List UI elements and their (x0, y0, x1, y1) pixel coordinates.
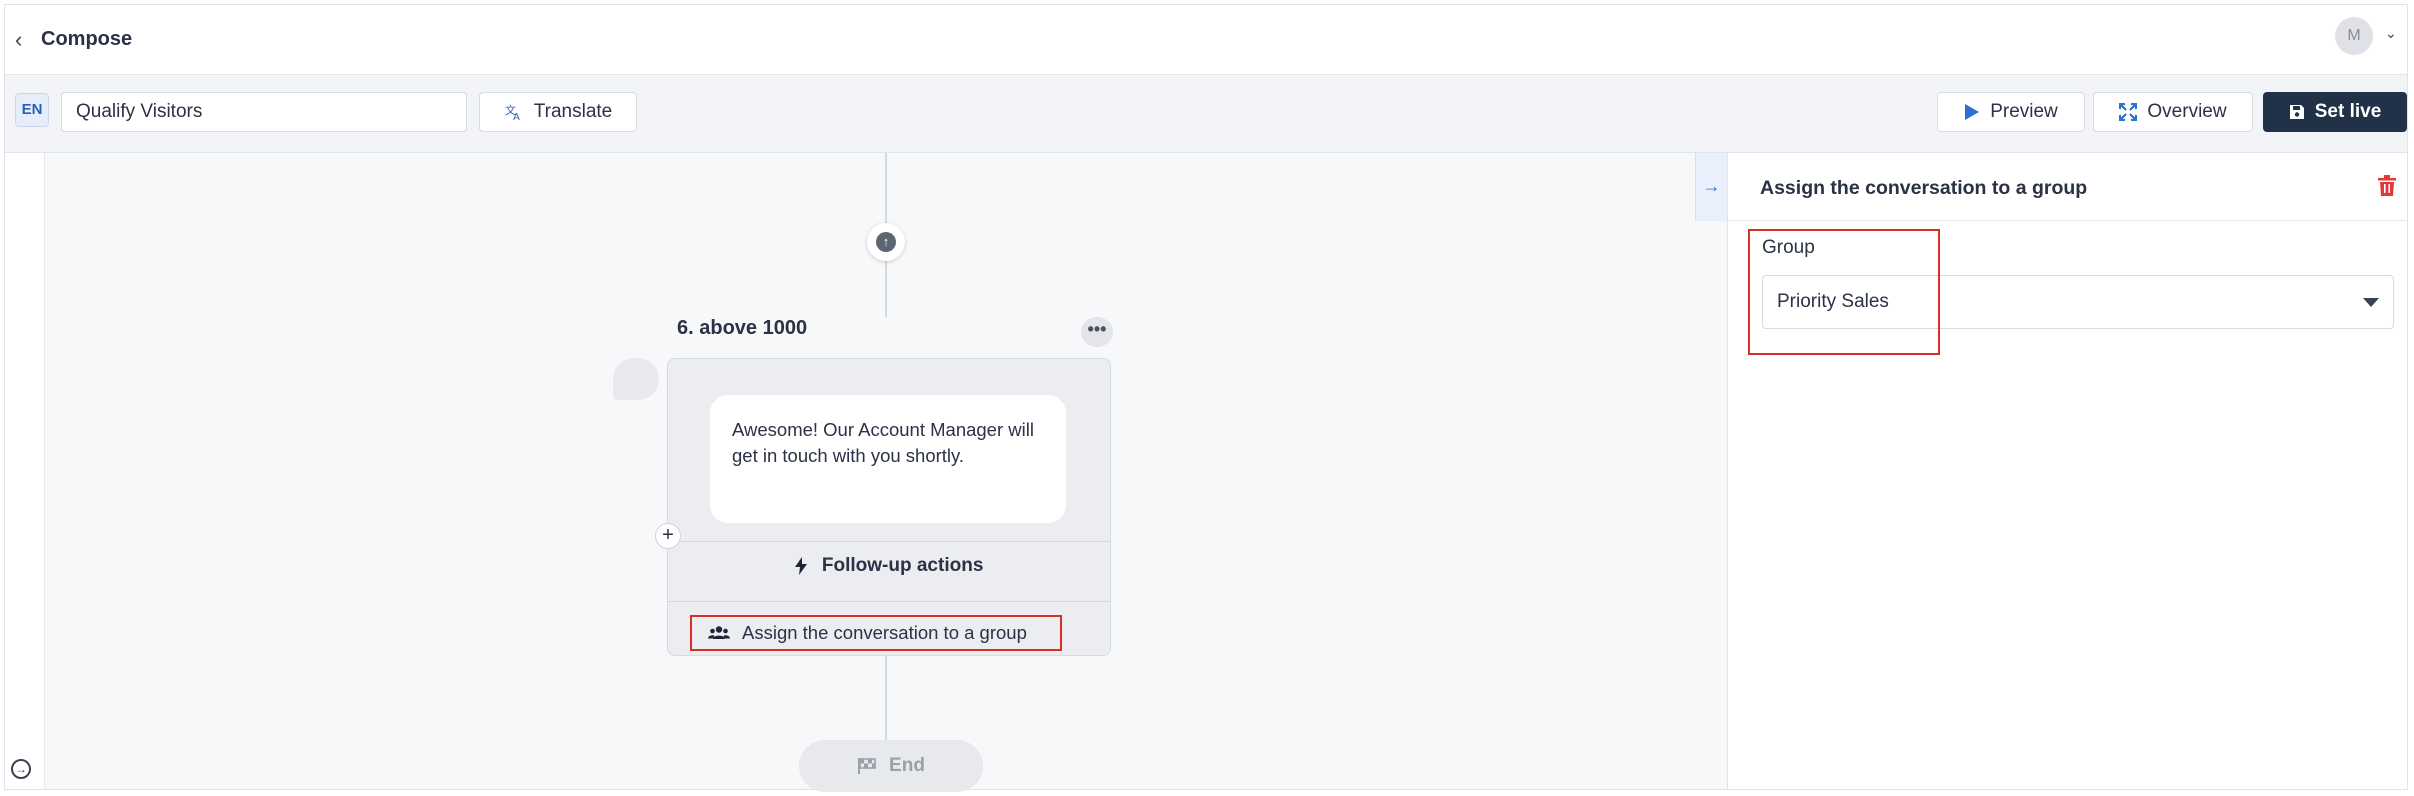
message-bubble[interactable]: Awesome! Our Account Manager will get in… (710, 395, 1066, 523)
caret-down-icon (2363, 298, 2379, 307)
flow-name-input[interactable] (61, 92, 467, 132)
assign-group-label: Assign the conversation to a group (742, 622, 1027, 643)
followup-actions-label: Follow-up actions (821, 555, 984, 576)
divider (668, 541, 1110, 542)
overview-label: Overview (2147, 101, 2227, 122)
back-chevron-icon[interactable]: ‹ (15, 28, 35, 52)
chevron-down-icon[interactable]: ⌄ (2385, 25, 2397, 42)
expand-icon (2119, 103, 2138, 121)
lightning-icon (794, 556, 807, 575)
panel-title: Assign the conversation to a group (1760, 177, 2088, 199)
arrow-right-circle-icon[interactable]: → (11, 759, 31, 779)
page-title: Compose (41, 28, 133, 50)
collapse-panel-arrow-icon[interactable]: → (1695, 153, 1727, 221)
end-label: End (889, 755, 925, 776)
step-card[interactable]: Awesome! Our Account Manager will get in… (667, 358, 1111, 656)
flag-checkered-icon (857, 757, 877, 775)
toolbar: EN 文A Translate Preview Overview Set liv… (5, 75, 2407, 153)
end-node: End (799, 740, 983, 792)
collapse-up-button[interactable]: ↑ (867, 223, 905, 261)
group-select[interactable]: Priority Sales (1762, 275, 2394, 329)
step-number: 6. (677, 317, 694, 339)
language-badge[interactable]: EN (15, 93, 49, 127)
translate-button[interactable]: 文A Translate (479, 92, 637, 132)
more-options-icon[interactable]: ••• (1081, 317, 1113, 347)
connector-line (885, 656, 887, 740)
assign-group-action[interactable]: Assign the conversation to a group (690, 615, 1062, 651)
arrow-up-icon: ↑ (876, 232, 896, 252)
app-window: ‹ Compose M ⌄ EN 文A Translate Preview Ov… (4, 4, 2408, 792)
followup-actions-header: Follow-up actions (668, 555, 1110, 577)
play-icon (1964, 103, 1980, 121)
translate-label: Translate (533, 101, 613, 122)
connector-line (885, 153, 887, 223)
top-bar: ‹ Compose M ⌄ (5, 5, 2407, 75)
connector-line (885, 261, 887, 317)
bot-avatar-bubble (613, 358, 659, 400)
divider (668, 601, 1110, 602)
save-icon (2289, 104, 2305, 120)
set-live-button[interactable]: Set live (2263, 92, 2407, 132)
flow-canvas[interactable]: → ↑ 6. above 1000 ••• Awesome! Our Accou… (5, 153, 1727, 792)
translate-icon: 文A (504, 102, 524, 122)
panel-header: Assign the conversation to a group (1728, 153, 2408, 221)
add-block-button[interactable]: + (655, 523, 681, 549)
trash-icon[interactable] (2378, 175, 2396, 197)
group-select-value: Priority Sales (1777, 291, 1889, 312)
overview-button[interactable]: Overview (2093, 92, 2253, 132)
step-title: 6. above 1000 (677, 317, 807, 340)
preview-label: Preview (1990, 101, 2058, 122)
step-label: above 1000 (699, 317, 808, 339)
properties-panel: Assign the conversation to a group Group… (1727, 153, 2408, 789)
avatar[interactable]: M (2335, 17, 2373, 55)
users-icon (708, 625, 730, 641)
preview-button[interactable]: Preview (1937, 92, 2085, 132)
left-rail: → (5, 153, 45, 789)
group-field-label: Group (1762, 237, 1815, 258)
set-live-label: Set live (2314, 101, 2382, 122)
svg-text:A: A (513, 112, 520, 122)
